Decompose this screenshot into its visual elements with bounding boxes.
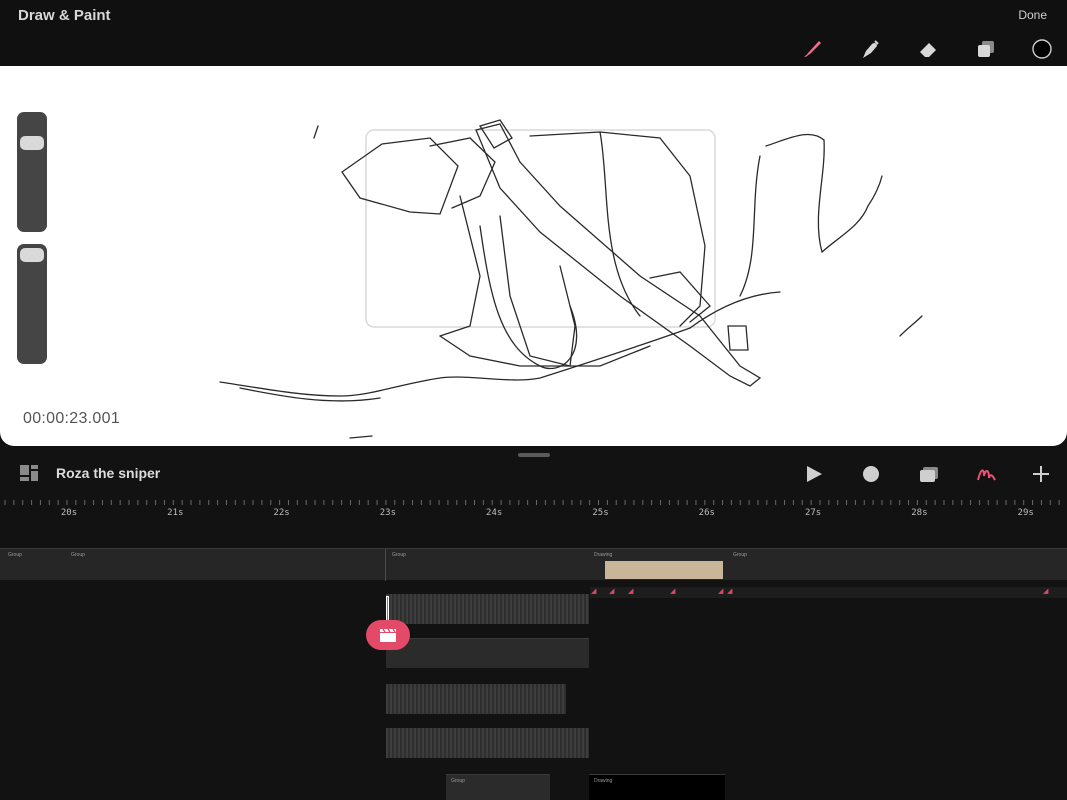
layers-icon[interactable]: [975, 38, 997, 60]
top-bar: Draw & Paint Done: [0, 0, 1067, 66]
smudge-icon[interactable]: [859, 38, 881, 60]
eraser-icon[interactable]: [917, 38, 939, 60]
drawing-canvas[interactable]: 00:00:23.001: [0, 66, 1067, 446]
opacity-slider[interactable]: [17, 244, 47, 364]
frames-clip[interactable]: [386, 684, 566, 714]
record-icon[interactable]: [861, 464, 881, 484]
color-icon[interactable]: [1031, 38, 1053, 60]
drawing-clip-lower[interactable]: Drawing: [589, 774, 725, 800]
ruler-label: 25s: [592, 508, 609, 518]
group-clip-lower[interactable]: Group: [446, 774, 550, 800]
draw-icon[interactable]: [975, 464, 997, 484]
timeline-toolbar: Roza the sniper: [0, 458, 1067, 488]
frames-clip[interactable]: [386, 594, 589, 624]
ruler-label: 29s: [1017, 508, 1034, 518]
keyframe-icon[interactable]: ◢: [718, 588, 726, 595]
opacity-knob[interactable]: [20, 248, 44, 262]
onion-skin-icon[interactable]: [918, 464, 940, 484]
clip-label-group-c: Group: [392, 552, 406, 558]
keyframe-icon[interactable]: ◢: [609, 588, 617, 595]
keyframe-icon[interactable]: ◢: [670, 588, 678, 595]
clapperboard-icon: [380, 628, 396, 642]
keyframe-icon[interactable]: ◢: [1043, 588, 1051, 595]
ruler-label: 20s: [60, 508, 78, 518]
clip-label-drawing-a: Drawing: [594, 552, 613, 558]
keyframe-icon[interactable]: ◢: [628, 588, 636, 595]
drawing-thumbnail: [605, 561, 723, 579]
sketch-drawing: [219, 119, 923, 439]
ruler-label: 21s: [167, 508, 184, 518]
project-name[interactable]: Roza the sniper: [56, 465, 160, 481]
timecode: 00:00:23.001: [23, 410, 121, 427]
clip-label-group-a: Group: [8, 552, 22, 558]
projects-icon[interactable]: [19, 464, 39, 482]
nested-group-clip[interactable]: [386, 638, 589, 668]
frames-clip[interactable]: [386, 728, 589, 758]
keyframe-icon[interactable]: ◢: [591, 588, 599, 595]
clip-label-group-b: Group: [71, 552, 85, 558]
add-icon[interactable]: [1031, 464, 1051, 484]
add-scene-button[interactable]: [366, 620, 410, 650]
play-icon[interactable]: [804, 464, 824, 484]
keyframe-track[interactable]: [590, 587, 1067, 598]
ruler-label: 26s: [698, 508, 715, 518]
brush-size-knob[interactable]: [20, 136, 44, 150]
keyframe-icon[interactable]: ◢: [727, 588, 735, 595]
time-ruler[interactable]: 20s 21s 22s 23s 24s 25s 26s 27s 28s 29s: [0, 494, 1067, 530]
done-button[interactable]: Done: [1018, 8, 1047, 22]
clip-label-drawing-b: Drawing: [594, 778, 613, 784]
ruler-label: 24s: [486, 508, 503, 518]
ruler-label: 27s: [804, 508, 822, 518]
panel-resize-handle[interactable]: [518, 453, 550, 457]
app-title: Draw & Paint: [18, 7, 111, 24]
clip-label-group-d: Group: [733, 552, 747, 558]
ruler-label: 28s: [911, 508, 928, 518]
clip-label-group-e: Group: [451, 778, 465, 784]
brush-size-slider[interactable]: [17, 112, 47, 232]
clip-divider: [385, 549, 386, 581]
brush-icon[interactable]: [801, 38, 823, 60]
ruler-label: 22s: [273, 508, 290, 518]
ruler-ticks: [4, 500, 1060, 505]
ruler-label: 23s: [379, 508, 397, 518]
group-track[interactable]: Group Group Group Drawing Group: [0, 548, 1067, 581]
